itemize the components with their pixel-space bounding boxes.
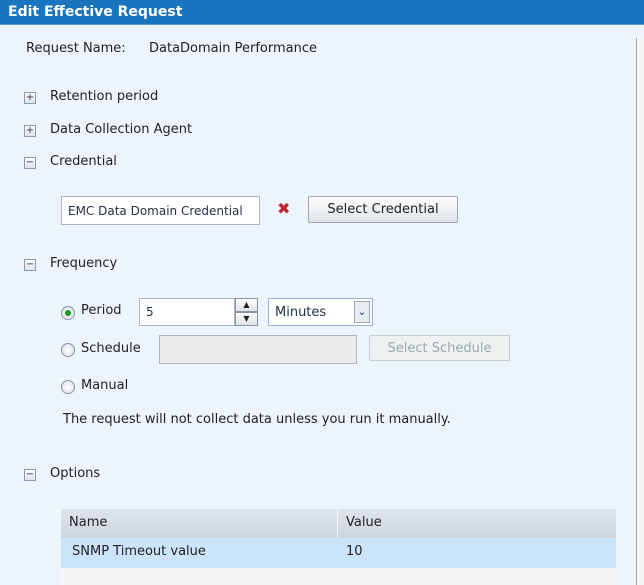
section-credential[interactable]: Credential [50, 154, 117, 169]
schedule-input[interactable] [159, 335, 357, 364]
spin-up-icon[interactable]: ▲ [235, 298, 258, 312]
request-name-value: DataDomain Performance [149, 41, 317, 56]
manual-label: Manual [81, 378, 129, 393]
schedule-label: Schedule [81, 341, 141, 356]
schedule-radio[interactable] [61, 343, 75, 357]
period-input[interactable]: 5 [139, 298, 235, 326]
credential-field[interactable]: EMC Data Domain Credential [61, 196, 260, 225]
period-radio[interactable] [61, 306, 75, 320]
request-name-label: Request Name: [26, 41, 126, 56]
dialog-title: Edit Effective Request [8, 4, 183, 20]
unit-value: Minutes [275, 304, 327, 320]
column-name[interactable]: Name [69, 515, 107, 530]
section-frequency[interactable]: Frequency [50, 256, 117, 271]
select-credential-button[interactable]: Select Credential [308, 196, 458, 223]
title-bar: Edit Effective Request [0, 0, 644, 25]
option-name: SNMP Timeout value [72, 544, 206, 559]
expand-icon[interactable]: + [24, 92, 36, 104]
collapse-icon[interactable]: − [24, 469, 36, 481]
collapse-icon[interactable]: − [24, 259, 36, 271]
spin-down-icon[interactable]: ▼ [235, 312, 258, 326]
clear-credential-icon[interactable]: ✖ [277, 199, 290, 218]
table-row[interactable]: SNMP Timeout value 10 [61, 538, 616, 568]
options-table-header: Name Value [61, 509, 616, 538]
unit-select[interactable]: Minutes ⌄ [268, 298, 373, 326]
table-row-empty [61, 568, 616, 585]
collapse-icon[interactable]: − [24, 157, 36, 169]
scrollbar[interactable] [636, 38, 644, 585]
select-schedule-button[interactable]: Select Schedule [369, 335, 510, 361]
column-value[interactable]: Value [346, 515, 382, 530]
period-label: Period [81, 303, 122, 318]
manual-radio[interactable] [61, 380, 75, 394]
expand-icon[interactable]: + [24, 125, 36, 137]
section-retention-period[interactable]: Retention period [50, 89, 158, 104]
frequency-note: The request will not collect data unless… [63, 412, 451, 427]
option-value: 10 [346, 544, 363, 559]
section-data-collection-agent[interactable]: Data Collection Agent [50, 122, 192, 137]
chevron-down-icon[interactable]: ⌄ [354, 301, 370, 323]
section-options[interactable]: Options [50, 466, 100, 481]
